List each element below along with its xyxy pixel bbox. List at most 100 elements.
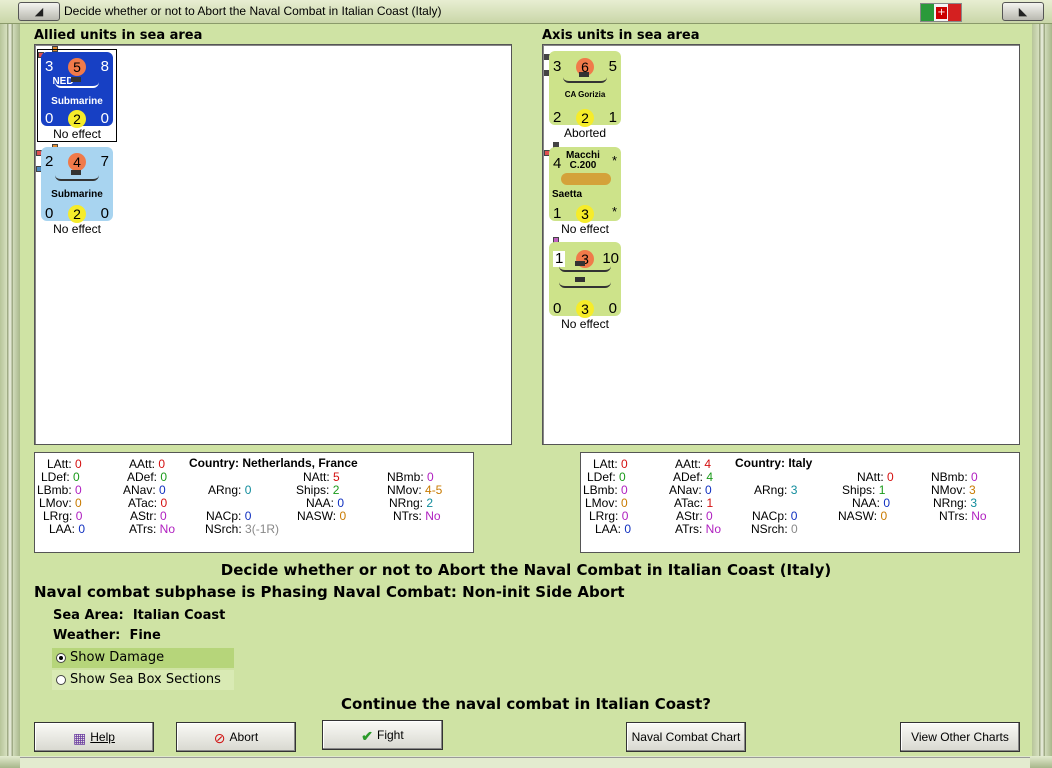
unit-stat: 4: [68, 153, 86, 171]
italy-flag-icon: +: [920, 3, 962, 22]
unit-stat: 5: [608, 58, 617, 75]
unit-stat: 3: [45, 58, 54, 75]
axis-unit-1[interactable]: 3 6 5 CA Gorizia 2 2 1 Aborted: [545, 49, 625, 142]
unit-stat: 1: [608, 109, 617, 126]
unit-status: No effect: [561, 317, 609, 331]
axis-country: Country: Italy: [735, 456, 813, 470]
unit-stat: 8: [100, 58, 109, 75]
window-frame-right: [1032, 24, 1052, 764]
status-bar: [20, 757, 1030, 768]
stat-laa: LAA: 0: [595, 522, 632, 536]
allied-stats-panel: LAtt: 0 LDef: 0 LBmb: 0 LMov: 0 LRrg: 0 …: [34, 452, 474, 553]
unit-stat: 10: [602, 250, 619, 267]
unit-counter: 3 5 8 NED Submarine 0 2 0: [41, 52, 113, 128]
axis-unit-2[interactable]: 4 Macchi C.200 * Saetta 1 3 * No effect: [545, 145, 625, 237]
fighter-plane-icon: [561, 173, 611, 185]
allied-unit-1[interactable]: 3 5 8 NED Submarine 0 2 0 No effect: [37, 49, 117, 142]
help-book-icon: ▦: [73, 729, 87, 746]
unit-stat: 2: [576, 109, 594, 127]
unit-stat: 2: [45, 153, 54, 170]
stat-atrs: ATrs: No: [675, 522, 722, 536]
unit-counter: 1 3 10 0 3 0: [549, 242, 621, 318]
allied-unit-2[interactable]: 2 4 7 Submarine 0 2 0 No effect: [37, 145, 117, 237]
stat-arng: ARng: 3: [754, 483, 798, 497]
axis-header: Axis units in sea area: [542, 28, 700, 43]
dialog-heading: Decide whether or not to Abort the Naval…: [220, 561, 832, 579]
show-sea-box-option[interactable]: Show Sea Box Sections: [52, 670, 234, 690]
weather-info: Weather: Fine: [53, 628, 161, 643]
unit-stat: 0: [553, 300, 562, 317]
transport-ship-icon: [559, 261, 611, 272]
view-other-charts-button[interactable]: View Other Charts: [900, 722, 1020, 752]
fight-button[interactable]: ✔ Fight: [322, 720, 443, 750]
unit-stat: 1: [553, 205, 562, 222]
unit-status: No effect: [53, 127, 101, 141]
stat-nasw: NASW: 0: [838, 509, 888, 523]
radio-selected-icon: [56, 653, 66, 663]
stat-nasw: NASW: 0: [297, 509, 347, 523]
stat-laa: LAA: 0: [49, 522, 86, 536]
window-frame-left: [0, 24, 20, 764]
unit-stat: 3: [576, 205, 594, 223]
unit-stat: *: [611, 153, 617, 168]
unit-status: No effect: [561, 222, 609, 236]
submarine-icon: [55, 170, 99, 181]
unit-stat: 3: [576, 300, 594, 318]
axis-units-panel: 3 6 5 CA Gorizia 2 2 1 Aborted 4 Macchi …: [542, 44, 1020, 445]
unit-stat: 2: [68, 205, 86, 223]
unit-name: CA Gorizia: [564, 90, 606, 99]
stat-arng: ARng: 0: [208, 483, 252, 497]
unit-stat: 2: [68, 110, 86, 128]
unit-stat: 0: [100, 205, 109, 222]
unit-type: Submarine: [51, 189, 103, 200]
subphase-text: Naval combat subphase is Phasing Naval C…: [34, 583, 625, 601]
unit-name: Saetta: [551, 189, 582, 200]
show-damage-option[interactable]: Show Damage: [52, 648, 234, 668]
restore-icon[interactable]: ◢: [18, 2, 60, 21]
unit-type: Submarine: [51, 96, 103, 107]
unit-stat: 0: [100, 110, 109, 127]
axis-stats-panel: LAtt: 0 LDef: 0 LBmb: 0 LMov: 0 LRrg: 0 …: [580, 452, 1020, 553]
submarine-icon: [55, 77, 99, 88]
checkmark-icon: ✔: [361, 727, 374, 744]
naval-chart-label: Naval Combat Chart: [631, 730, 741, 744]
abort-label: Abort: [229, 730, 259, 744]
unit-counter: 4 Macchi C.200 * Saetta 1 3 *: [549, 147, 621, 223]
unit-stat: 5: [68, 58, 86, 76]
allied-header: Allied units in sea area: [34, 28, 203, 43]
continue-question: Continue the naval combat in Italian Coa…: [341, 695, 711, 713]
stat-ntrs: NTrs: No: [939, 509, 987, 523]
unit-counter: 2 4 7 Submarine 0 2 0: [41, 147, 113, 223]
unit-stat: 0: [608, 300, 617, 317]
axis-unit-3[interactable]: 1 3 10 0 3 0 No effect: [545, 240, 625, 332]
fight-label: Fight: [377, 728, 404, 742]
unit-status: No effect: [53, 222, 101, 236]
option-label: Show Damage: [70, 650, 165, 665]
abort-button[interactable]: ⊘ Abort: [176, 722, 296, 752]
sea-area-info: Sea Area: Italian Coast: [53, 608, 226, 623]
unit-stat: *: [611, 204, 617, 219]
unit-counter: 3 6 5 CA Gorizia 2 2 1: [549, 51, 621, 127]
stat-ntrs: NTrs: No: [393, 509, 441, 523]
allied-units-panel: 3 5 8 NED Submarine 0 2 0 No effect 2 4 …: [34, 44, 512, 445]
unit-stat: 2: [553, 109, 562, 126]
help-button[interactable]: ▦ Help: [34, 722, 154, 752]
stop-icon: ⊘: [213, 729, 226, 746]
window-title: Decide whether or not to Abort the Naval…: [64, 4, 442, 18]
option-label: Show Sea Box Sections: [70, 672, 221, 687]
cruiser-icon: [563, 72, 607, 83]
unit-stat: 7: [100, 153, 109, 170]
transport-ship-icon: [559, 277, 611, 288]
unit-stat: 0: [45, 205, 54, 222]
stat-nsrch: NSrch: 3(-1R): [205, 522, 280, 536]
unit-stat: 0: [45, 110, 54, 127]
collapse-icon[interactable]: ◣: [1002, 2, 1044, 21]
allied-country: Country: Netherlands, France: [189, 456, 358, 470]
stat-atrs: ATrs: No: [129, 522, 176, 536]
unit-stat: 3: [553, 58, 562, 75]
radio-unselected-icon: [56, 675, 66, 685]
title-bar: ◢ Decide whether or not to Abort the Nav…: [0, 0, 1052, 24]
unit-name: Macchi C.200: [566, 150, 600, 171]
unit-status: Aborted: [563, 126, 607, 140]
naval-combat-chart-button[interactable]: Naval Combat Chart: [626, 722, 746, 752]
